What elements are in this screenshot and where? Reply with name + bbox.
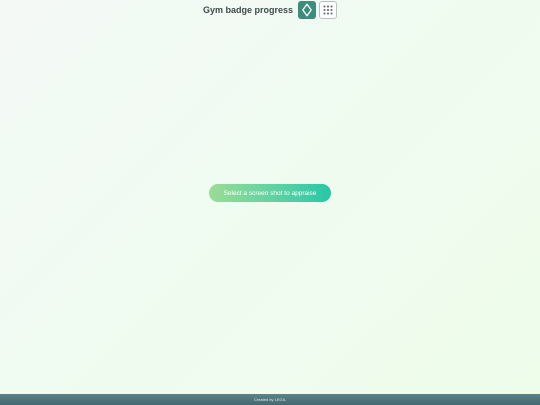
grid-apps-icon bbox=[323, 5, 333, 15]
page-title: Gym badge progress bbox=[202, 5, 294, 15]
footer: Created by LEGIL bbox=[0, 394, 540, 405]
diamond-badge-icon bbox=[302, 3, 312, 17]
header: Gym badge progress bbox=[0, 0, 540, 20]
select-screenshot-button[interactable]: Select a screen shot to appraise bbox=[209, 184, 331, 202]
badge-button[interactable] bbox=[298, 1, 317, 19]
apps-grid-button[interactable] bbox=[319, 1, 338, 19]
footer-credit: Created by LEGIL bbox=[253, 397, 287, 402]
select-screenshot-label: Select a screen shot to appraise bbox=[223, 189, 317, 197]
